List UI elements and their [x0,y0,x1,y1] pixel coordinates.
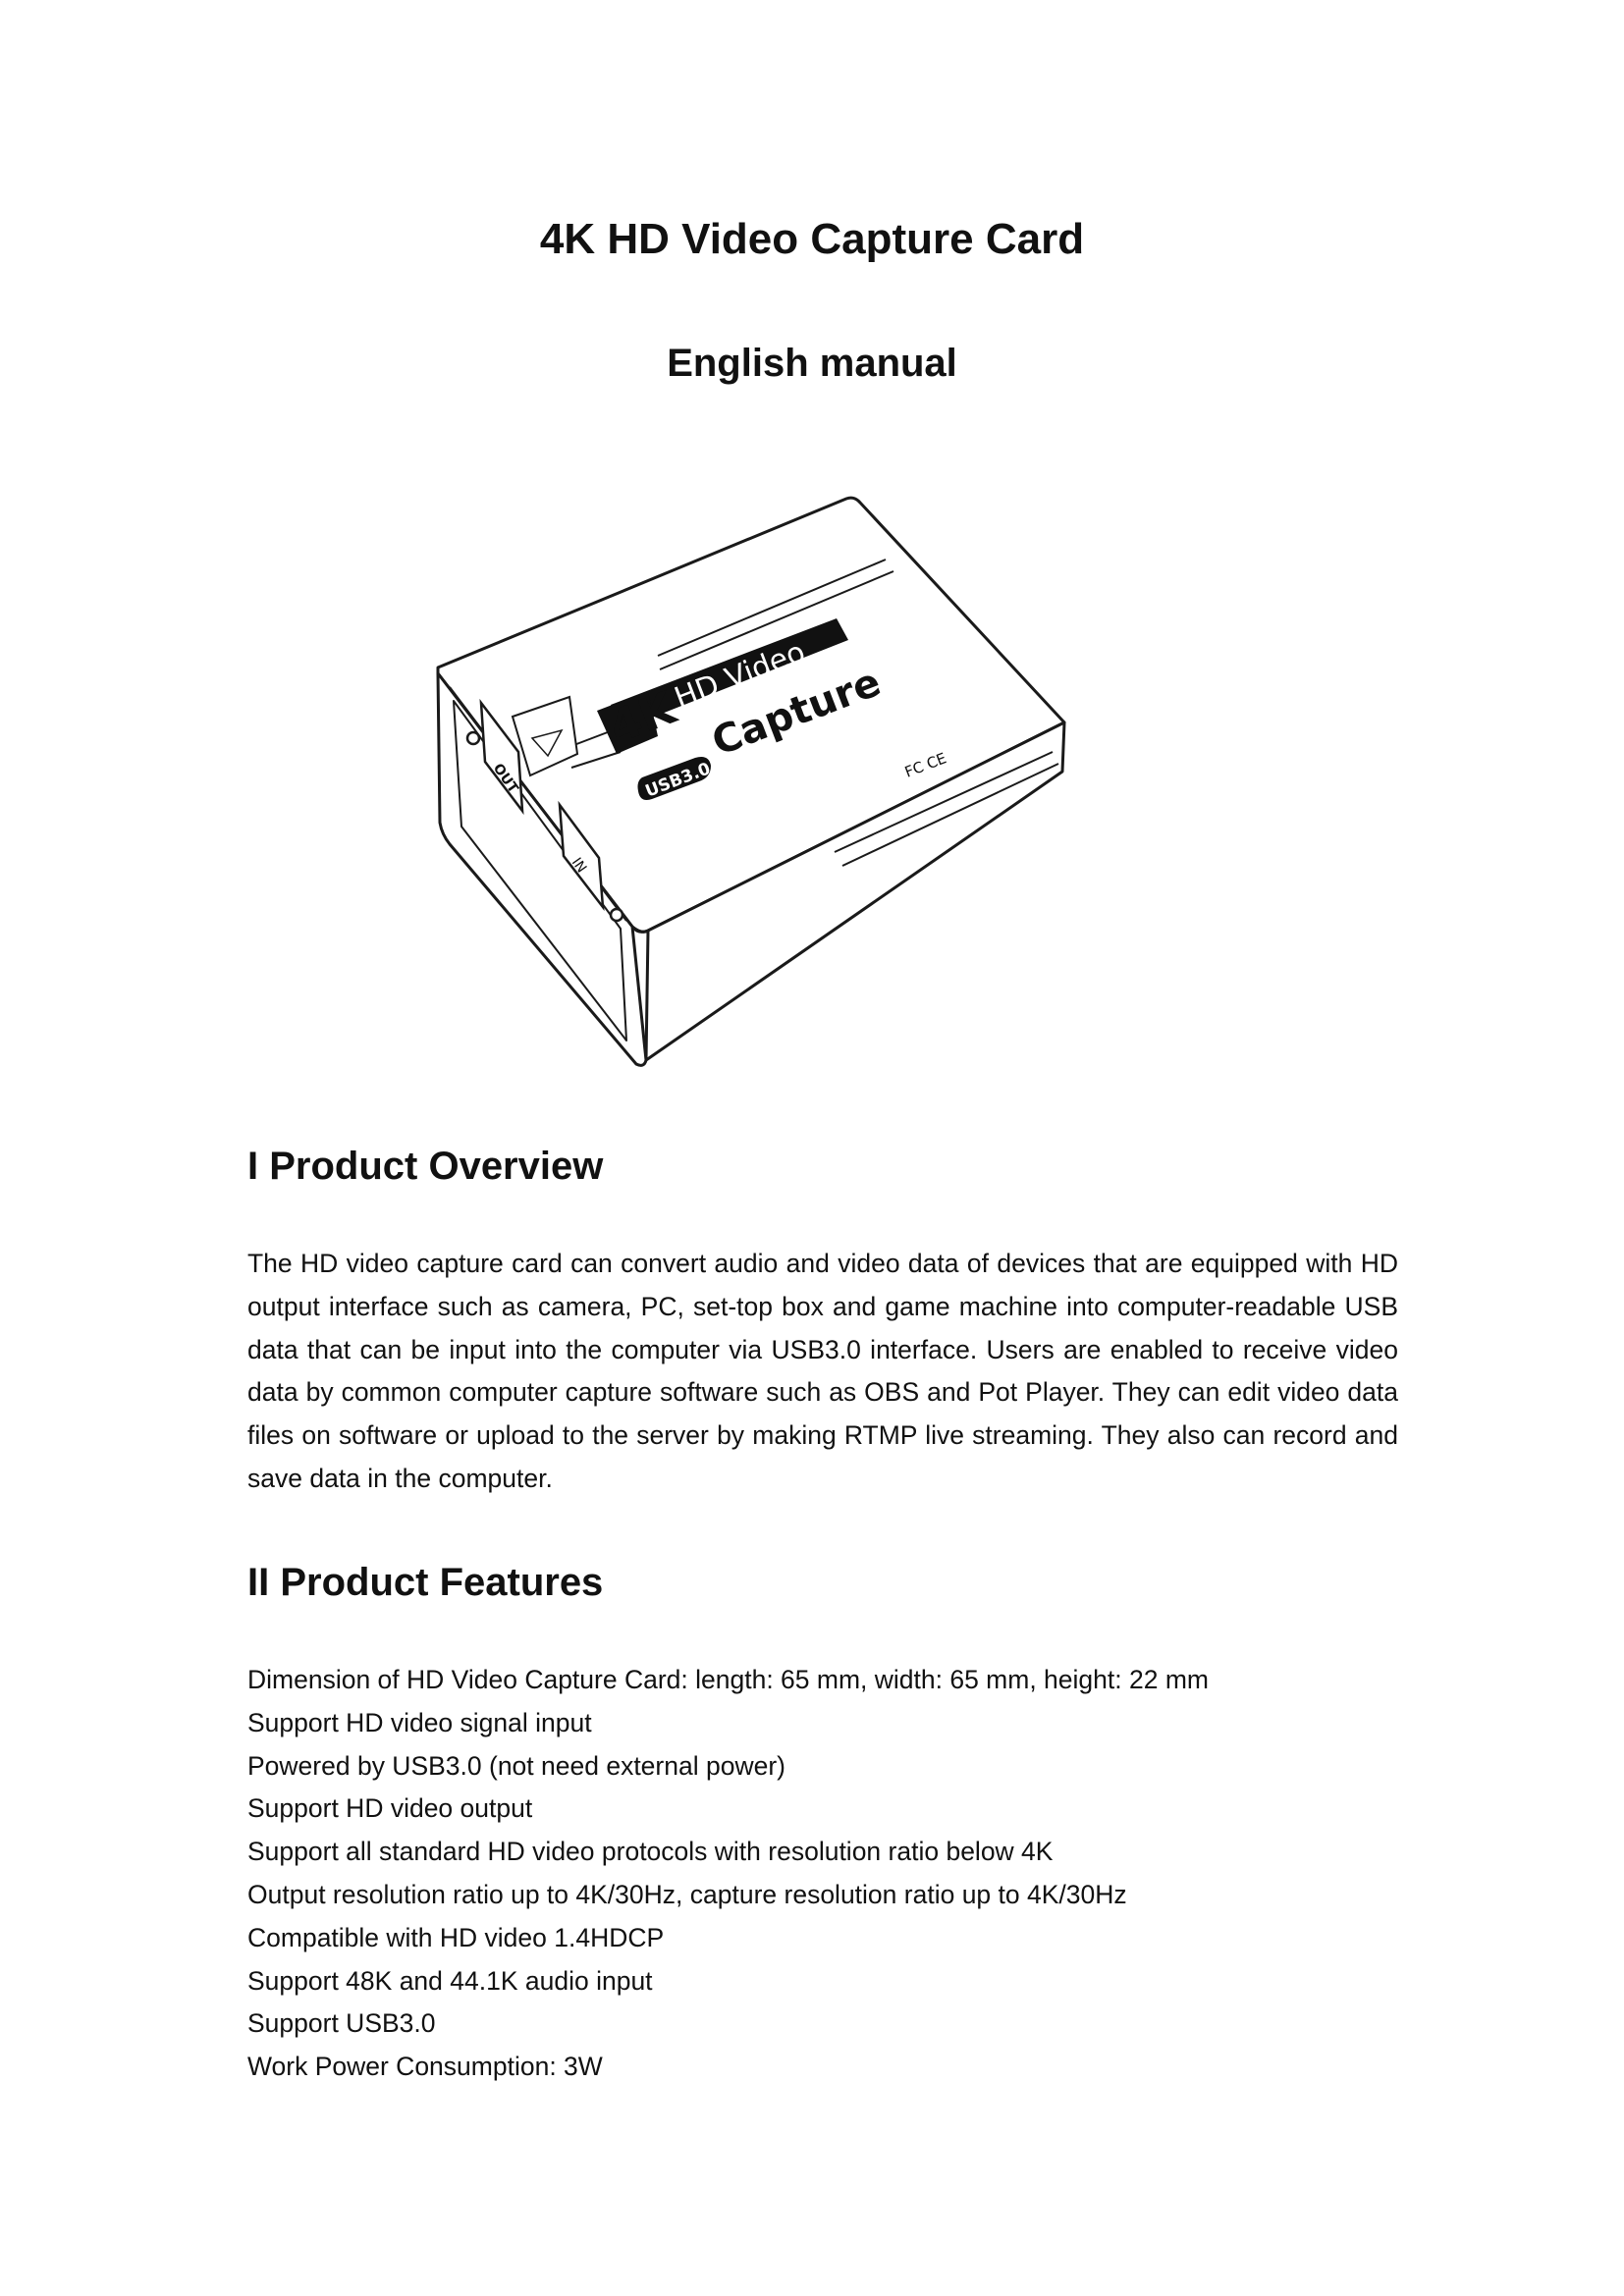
section-heading-overview: I Product Overview [247,1145,604,1188]
manual-page: 4K HD Video Capture Card English manual [0,0,1624,2296]
list-item: Support HD video signal input [247,1707,592,1737]
features-list: Dimension of HD Video Capture Card: leng… [247,1659,1398,2089]
section-heading-features: II Product Features [247,1561,604,1604]
list-item: Support HD video output [247,1793,533,1824]
list-item: Powered by USB3.0 (not need external pow… [247,1750,785,1781]
document-title: 4K HD Video Capture Card [539,215,1085,263]
list-item: Compatible with HD video 1.4HDCP [247,1922,665,1952]
list-item: Dimension of HD Video Capture Card: leng… [247,1665,1209,1694]
list-item: Support all standard HD video protocols … [247,1837,1054,1867]
capture-card-drawing: 4K HD Video Capture USB3.0 FC CE OUT IN [436,496,1066,1067]
list-item: Output resolution ratio up to 4K/30Hz, c… [247,1879,1127,1909]
overview-paragraph: The HD video capture card can convert au… [247,1249,1398,1493]
list-item: Support 48K and 44.1K audio input [247,1965,653,1996]
list-item: Support USB3.0 [247,2008,436,2039]
list-item: Work Power Consumption: 3W [247,2052,603,2082]
document-subtitle: English manual [667,342,957,385]
product-illustration: 4K HD Video Capture USB3.0 FC CE OUT IN [424,491,1072,1080]
